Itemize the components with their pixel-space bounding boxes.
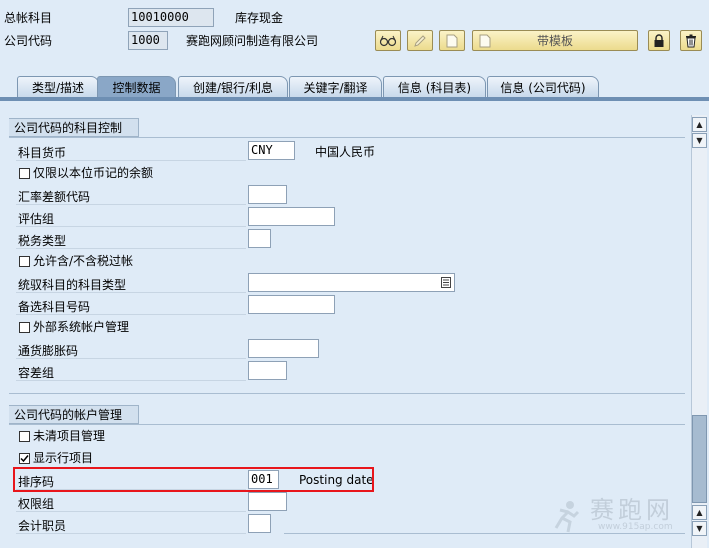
create-button[interactable] <box>439 30 465 51</box>
ext-mgmt-checkbox[interactable] <box>19 322 30 333</box>
open-item-label: 未清项目管理 <box>33 429 106 443</box>
template-page-icon <box>479 34 491 48</box>
scroll-thumb[interactable] <box>692 415 707 503</box>
tax-cat-label: 税务类型 <box>18 234 67 248</box>
tolerance-field[interactable] <box>248 361 287 380</box>
inflation-label: 通货膨胀码 <box>18 344 79 358</box>
tax-cat-field[interactable] <box>248 229 271 248</box>
vertical-scrollbar[interactable]: ▲ ▼ ▲ ▼ <box>691 115 707 548</box>
glasses-icon <box>379 35 397 46</box>
gl-account-field[interactable]: 10010000 <box>128 8 214 27</box>
exch-diff-field[interactable] <box>248 185 287 204</box>
inflation-field[interactable] <box>248 339 319 358</box>
tab-control-data[interactable]: 控制数据 <box>97 76 176 98</box>
clerk-row: 会计职员 <box>16 515 246 534</box>
auth-group-row: 权限组 <box>16 493 246 512</box>
dropdown-list-icon[interactable] <box>441 277 451 288</box>
gl-account-desc: 库存现金 <box>235 11 284 25</box>
lock-icon <box>654 33 664 47</box>
gl-account-label: 总帐科目 <box>4 11 53 25</box>
tab-info-company-code[interactable]: 信息 (公司代码) <box>487 76 599 98</box>
valuation-label: 评估组 <box>18 212 55 226</box>
edit-button[interactable] <box>407 30 433 51</box>
recon-type-dropdown[interactable] <box>248 273 455 292</box>
tolerance-label: 容差组 <box>18 366 55 380</box>
page-icon <box>446 34 458 47</box>
scroll-up-button[interactable]: ▼ <box>692 133 707 148</box>
open-item-checkbox[interactable] <box>19 431 30 442</box>
display-change-button[interactable] <box>375 30 401 51</box>
currency-field[interactable]: CNY <box>248 141 295 160</box>
allow-tax-label: 允许含/不含税过帐 <box>33 254 134 268</box>
tab-keyword-translation[interactable]: 关键字/翻译 <box>289 76 382 98</box>
scroll-down-button[interactable]: ▲ <box>692 505 707 520</box>
with-template-button[interactable]: 带模板 <box>472 30 638 51</box>
watermark-url: www.915ap.com <box>598 522 673 532</box>
scroll-top-button[interactable]: ▲ <box>692 117 707 132</box>
auth-group-field[interactable] <box>248 492 287 511</box>
group-account-control-title: 公司代码的科目控制 <box>9 118 140 137</box>
exch-diff-label: 汇率差额代码 <box>18 190 91 204</box>
checkmark-icon <box>20 455 29 463</box>
scroll-bottom-button[interactable]: ▼ <box>692 521 707 536</box>
tab-type-description[interactable]: 类型/描述 <box>17 76 99 98</box>
delete-button[interactable] <box>680 30 702 51</box>
local-only-label: 仅限以本位币记的余额 <box>33 166 154 180</box>
watermark: 赛跑网 www.915ap.com <box>548 490 688 540</box>
watermark-title: 赛跑网 <box>590 496 674 524</box>
clerk-label: 会计职员 <box>18 519 67 533</box>
allow-tax-checkbox[interactable] <box>19 256 30 267</box>
company-code-desc: 赛跑网顾问制造有限公司 <box>186 34 319 48</box>
tolerance-row: 容差组 <box>16 362 246 381</box>
exch-diff-row: 汇率差额代码 <box>16 186 246 205</box>
line-item-checkbox[interactable] <box>19 453 30 464</box>
company-code-label: 公司代码 <box>4 34 53 48</box>
inflation-row: 通货膨胀码 <box>16 340 246 359</box>
valuation-row: 评估组 <box>16 208 246 227</box>
sort-key-highlight-box <box>13 467 374 492</box>
alt-acct-label: 备选科目号码 <box>18 300 91 314</box>
recon-type-label: 统驭科目的科目类型 <box>18 278 127 292</box>
alt-acct-field[interactable] <box>248 295 335 314</box>
with-template-label: 带模板 <box>536 34 573 48</box>
lock-button[interactable] <box>648 30 670 51</box>
tab-strip-line <box>0 97 709 101</box>
clerk-field[interactable] <box>248 514 271 533</box>
tab-create-bank-interest[interactable]: 创建/银行/利息 <box>178 76 288 98</box>
trash-icon <box>686 34 696 47</box>
group-account-control-bottom <box>9 393 685 394</box>
tab-info-chart[interactable]: 信息 (科目表) <box>383 76 486 98</box>
group-account-control-line <box>9 137 685 138</box>
ext-mgmt-label: 外部系统帐户管理 <box>33 320 130 334</box>
company-code-field[interactable]: 1000 <box>128 31 168 50</box>
local-only-checkbox[interactable] <box>19 168 30 179</box>
valuation-field[interactable] <box>248 207 335 226</box>
line-item-label: 显示行项目 <box>33 451 94 465</box>
currency-row: 科目货币 <box>16 142 246 161</box>
alt-acct-row: 备选科目号码 <box>16 296 246 315</box>
group-account-mgmt-title: 公司代码的帐户管理 <box>9 405 140 424</box>
runner-logo-icon <box>554 501 580 533</box>
group-account-mgmt-line <box>9 424 685 425</box>
currency-desc: 中国人民币 <box>315 145 376 159</box>
pencil-icon <box>414 34 426 47</box>
currency-label: 科目货币 <box>18 146 67 160</box>
auth-group-label: 权限组 <box>18 497 55 511</box>
recon-type-row: 统驭科目的科目类型 <box>16 274 246 293</box>
tax-cat-row: 税务类型 <box>16 230 246 249</box>
